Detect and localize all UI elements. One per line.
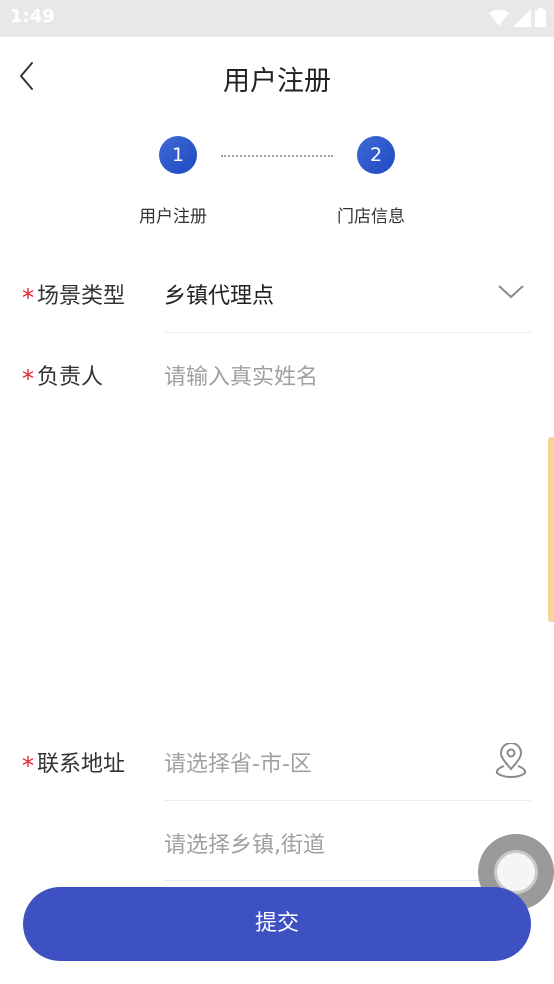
status-bar: 1:49 [0,0,554,37]
status-icons [489,8,546,27]
step-2-label: 门店信息 [337,207,405,227]
town-divider [164,880,531,881]
scene-type-select[interactable]: 乡镇代理点 [164,278,274,310]
status-time: 1:49 [10,6,55,27]
wifi-icon [489,9,509,26]
town-street-select[interactable]: 请选择乡镇,街道 [164,827,325,859]
step-connector [221,155,333,157]
owner-name-input[interactable]: 请输入真实姓名 [164,359,318,391]
required-mark: * [22,284,34,312]
scene-type-divider [164,332,531,333]
region-divider [164,800,531,801]
scene-type-label-text: 场景类型 [37,284,126,309]
signal-icon [513,8,531,27]
address-label: * 联系地址 [22,746,125,780]
step-1-label: 用户注册 [139,207,207,227]
required-mark: * [22,752,34,780]
address-label-text: 联系地址 [37,752,126,777]
step-2-indicator: 2 [357,136,395,174]
step-1-indicator: 1 [159,136,197,174]
page-title: 用户注册 [223,66,331,97]
region-select[interactable]: 请选择省-市-区 [164,746,312,778]
owner-label-text: 负责人 [37,365,104,390]
scene-type-label: * 场景类型 [22,278,125,312]
app-header: 用户注册 [0,37,554,115]
location-pin-icon[interactable] [494,743,528,779]
chevron-down-icon[interactable] [497,282,525,300]
required-mark: * [22,365,34,393]
submit-button[interactable]: 提交 [23,887,531,961]
owner-label: * 负责人 [22,359,103,393]
battery-icon [535,8,546,27]
scroll-indicator [548,437,554,622]
